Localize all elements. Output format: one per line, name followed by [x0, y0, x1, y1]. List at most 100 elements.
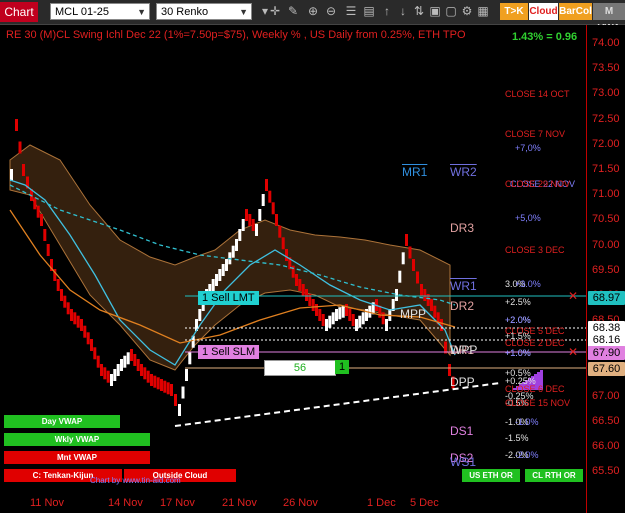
- chart-tab[interactable]: Chart: [0, 2, 38, 22]
- percent-label: +3.0%: [515, 279, 541, 289]
- toolbar: Chart MCL 01-25 ▼ 30 Renko ▼ ▾ ✛ ✎ ⊕ ⊖ ☰…: [0, 0, 625, 34]
- crosshair-icon[interactable]: ✛: [268, 4, 282, 19]
- percent-label: CLOSE 7 NOV: [505, 129, 566, 139]
- strategy-icon[interactable]: ⚙: [460, 4, 474, 19]
- renko-bar: [245, 209, 248, 221]
- renko-bar: [113, 369, 117, 381]
- renko-bar: [258, 209, 262, 221]
- renko-bar: [73, 312, 77, 325]
- tpo-bar: [540, 370, 543, 372]
- chart-trader-icon[interactable]: ▦: [476, 4, 490, 19]
- arrow-lock-icon[interactable]: ⇅: [412, 4, 426, 19]
- pivot-label-dr2: DR2: [450, 299, 475, 313]
- renko-bar: [221, 264, 225, 276]
- date-tick: 17 Nov: [160, 497, 195, 509]
- renko-bar: [130, 349, 133, 361]
- renko-bar: [251, 219, 255, 231]
- price-axis[interactable]: 74.00 73.50 73.00 72.50 72.00 71.50 71.00 70.50…: [586, 25, 625, 513]
- instrument-label: MCL 01-25: [55, 6, 110, 18]
- cloud-button[interactable]: Cloud: [529, 3, 558, 20]
- renko-bar: [106, 370, 110, 383]
- renko-bar: [188, 352, 192, 365]
- renko-bar: [15, 119, 18, 131]
- renko-bar: [433, 305, 437, 318]
- percent-label: +2.5%: [505, 297, 531, 307]
- renko-bar: [361, 312, 365, 325]
- lock-icon[interactable]: ▣: [428, 4, 442, 19]
- chart-panel[interactable]: ✕ ✕ RE 30 (M)CL Swing Ichl Dec 22 (1%=7.5…: [0, 25, 586, 513]
- renko-bar: [46, 244, 50, 256]
- renko-bar: [110, 374, 113, 386]
- price-tag: 68.16: [588, 333, 625, 347]
- barcol-button[interactable]: BarCol: [559, 3, 592, 20]
- percent-label: CLOSE 2 DEC: [505, 338, 565, 348]
- renko-bar: [285, 249, 288, 261]
- renko-bar: [198, 309, 202, 321]
- price-tag: 68.97: [588, 291, 625, 305]
- bar-type-selector[interactable]: 30 Renko ▼: [156, 3, 252, 20]
- renko-bar: [70, 309, 73, 321]
- renko-bar: [83, 325, 87, 338]
- renko-bar: [408, 246, 412, 259]
- mvwap-button[interactable]: M VWA: [593, 3, 625, 34]
- renko-bar: [241, 219, 245, 231]
- renko-bar: [321, 314, 325, 326]
- arrow-up-icon[interactable]: ↑: [380, 4, 394, 19]
- renko-bar: [63, 295, 67, 308]
- instrument-selector[interactable]: MCL 01-25 ▼: [50, 3, 150, 20]
- renko-bar: [56, 279, 60, 291]
- renko-bar: [311, 299, 315, 311]
- renko-bar: [136, 359, 140, 371]
- renko-bar: [96, 355, 100, 368]
- renko-bar: [430, 299, 433, 311]
- renko-bar: [338, 307, 342, 320]
- date-tick: 21 Nov: [222, 497, 257, 509]
- renko-bar: [381, 312, 385, 325]
- renko-bar: [351, 314, 355, 326]
- price-tick: 74.00: [592, 37, 620, 49]
- pivot-label-ws1: WS1: [450, 455, 477, 469]
- price-tick: 69.50: [592, 263, 620, 276]
- arrow-down-icon[interactable]: ↓: [396, 4, 410, 19]
- renko-bar: [163, 380, 167, 393]
- zoom-icon[interactable]: ⊕: [306, 4, 320, 19]
- order-one-box[interactable]: 1: [335, 360, 349, 374]
- sell-slm-order[interactable]: 1 Sell SLM: [198, 345, 260, 359]
- chart-title: RE 30 (M)CL Swing Ichl Dec 22 (1%=7.50p=…: [6, 29, 466, 41]
- renko-bar: [401, 252, 405, 265]
- zoom-out-icon[interactable]: ⊖: [324, 4, 338, 19]
- price-tick: 72.00: [592, 137, 620, 150]
- pivot-label-mpp: MPP: [400, 307, 427, 321]
- unlock-icon[interactable]: ▢: [444, 4, 458, 19]
- renko-bar: [143, 367, 147, 380]
- renko-bar: [166, 382, 170, 395]
- renko-bar: [301, 284, 305, 296]
- session-range-button[interactable]: CL RTH OR: [525, 469, 583, 482]
- tpo-bar: [537, 372, 543, 374]
- indicator-status-bar: Day VWAP: [4, 415, 120, 428]
- date-tick: 14 Nov: [108, 497, 143, 509]
- order-qty-box[interactable]: 56: [264, 360, 336, 376]
- renko-bar: [170, 384, 173, 396]
- pivot-label-wr2: WR2: [450, 165, 477, 179]
- pnl-readout: 1.43% = 0.96: [512, 31, 578, 43]
- renko-bar: [261, 194, 265, 206]
- pencil-icon[interactable]: ✎: [286, 4, 300, 19]
- sell-lmt-order[interactable]: 1 Sell LMT: [198, 291, 259, 305]
- renko-bar: [218, 269, 222, 281]
- renko-bar: [60, 289, 63, 301]
- properties-icon[interactable]: ☰: [344, 4, 358, 19]
- renko-bar: [66, 302, 70, 315]
- data-box-icon[interactable]: ▤: [362, 4, 376, 19]
- price-tick: 66.50: [592, 415, 620, 427]
- renko-bar: [412, 259, 415, 271]
- renko-bar: [10, 169, 13, 181]
- tk-button[interactable]: T>K: [500, 3, 528, 20]
- pivot-label-dpp: DPP: [450, 375, 475, 389]
- renko-bar: [156, 377, 160, 390]
- percent-label: -1.5%: [505, 433, 529, 443]
- percent-label: CLOSE 29 NOV: [505, 179, 571, 189]
- session-range-button[interactable]: US ETH OR: [462, 469, 520, 482]
- renko-bar: [80, 319, 83, 331]
- percent-label: -2.0%: [515, 450, 539, 460]
